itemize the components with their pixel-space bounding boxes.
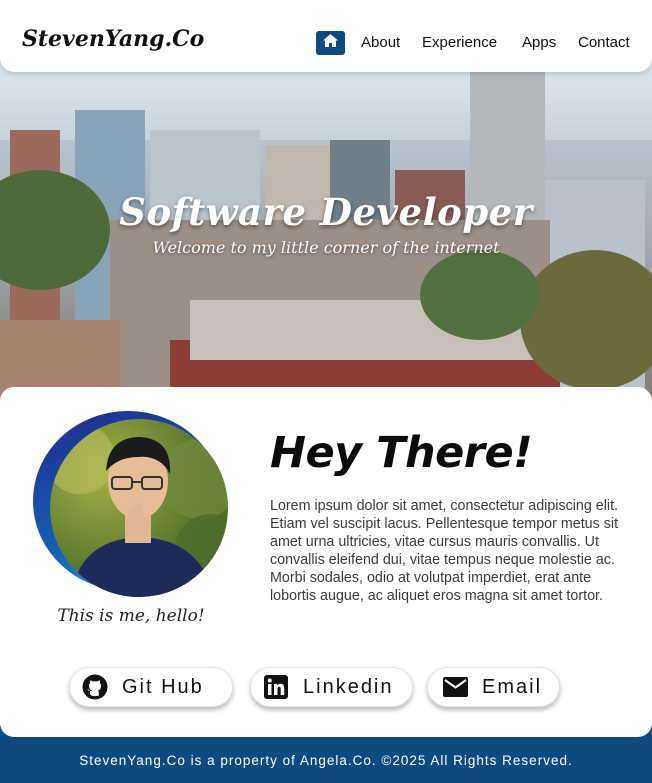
avatar xyxy=(33,411,229,599)
nav-link-apps[interactable]: Apps xyxy=(522,34,556,51)
github-icon xyxy=(82,674,108,700)
linkedin-label: Linkedin xyxy=(303,675,394,698)
email-button[interactable]: Email xyxy=(427,667,560,707)
footer-copyright: StevenYang.Co is a property of Angela.Co… xyxy=(79,753,573,768)
home-icon xyxy=(322,33,339,53)
nav-link-about[interactable]: About xyxy=(361,34,400,51)
email-label: Email xyxy=(482,675,543,698)
email-icon xyxy=(442,674,468,700)
hero-title: Software Developer xyxy=(119,190,533,234)
nav-link-contact[interactable]: Contact xyxy=(578,34,630,51)
photo-caption: This is me, hello! xyxy=(57,606,205,626)
hero-subtitle: Welcome to my little corner of the inter… xyxy=(152,238,500,257)
github-button[interactable]: Git Hub xyxy=(69,667,233,707)
profile-photo xyxy=(50,419,228,597)
about-body: Lorem ipsum dolor sit amet, consectetur … xyxy=(270,498,619,604)
linkedin-button[interactable]: Linkedin xyxy=(250,667,413,707)
site-logo[interactable]: StevenYang.Co xyxy=(22,26,204,52)
linkedin-icon xyxy=(263,674,289,700)
github-label: Git Hub xyxy=(122,675,204,698)
about-heading: Hey There! xyxy=(270,428,533,478)
home-button[interactable] xyxy=(316,31,345,55)
top-navbar: StevenYang.Co About Experience Apps Cont… xyxy=(0,0,652,72)
nav-link-experience[interactable]: Experience xyxy=(422,34,497,51)
